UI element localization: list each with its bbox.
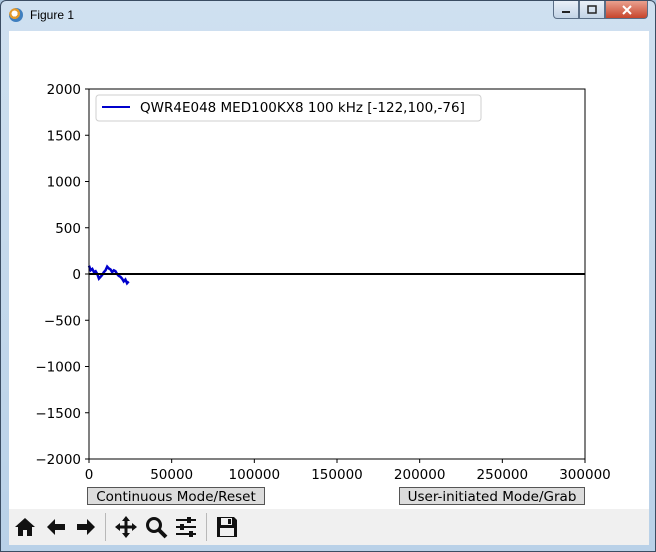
figure-canvas: 2000 1500 1000 500 0 −500 −1000 −1500 −2000 0 500…: [9, 31, 649, 545]
y-tick-label: 2000: [47, 82, 81, 98]
y-tick-label: −1000: [35, 360, 81, 376]
subplots-icon: [176, 517, 196, 537]
x-tick-label: 50000: [150, 467, 193, 483]
y-tick-label: 1000: [47, 175, 81, 191]
y-tick-label: −1500: [35, 406, 81, 422]
window-title: Figure 1: [30, 8, 75, 22]
toolbar-separator: [105, 513, 106, 541]
continuous-mode-button[interactable]: Continuous Mode/Reset: [87, 487, 265, 505]
y-tick-label: 500: [55, 221, 81, 237]
app-icon: [9, 8, 23, 22]
x-tick-label: 0: [85, 467, 94, 483]
title-bar[interactable]: Figure 1: [1, 1, 655, 29]
maximize-button[interactable]: [579, 1, 605, 19]
plot-area: 2000 1500 1000 500 0 −500 −1000 −1500 −2000 0 500…: [35, 82, 611, 483]
figure-window: Figure 1 2000 1500 1000 500 0 −500 −1000 −1500 −…: [0, 0, 656, 552]
x-tick-label: 150000: [311, 467, 363, 483]
y-tick-label: 1500: [47, 128, 81, 144]
home-button[interactable]: [11, 513, 39, 541]
minimize-button[interactable]: [553, 1, 579, 19]
y-tick-label: −500: [44, 313, 81, 329]
window-controls: [553, 1, 648, 21]
zoom-button[interactable]: [142, 513, 170, 541]
x-axis: 0 50000 100000 150000 200000 250000 300000: [85, 459, 611, 483]
save-icon: [217, 517, 237, 537]
user-initiated-mode-button[interactable]: User-initiated Mode/Grab: [399, 487, 585, 505]
pan-button[interactable]: [112, 513, 140, 541]
pan-icon: [115, 516, 137, 538]
minimize-icon: [562, 10, 570, 13]
subplots-button[interactable]: [172, 513, 200, 541]
y-axis: 2000 1500 1000 500 0 −500 −1000 −1500 −2000: [35, 82, 89, 468]
legend: QWR4E048 MED100KX8 100 kHz [-122,100,-76…: [95, 94, 482, 122]
x-tick-label: 200000: [394, 467, 446, 483]
legend-label: QWR4E048 MED100KX8 100 kHz [-122,100,-76…: [140, 100, 465, 116]
forward-arrow-icon: [77, 519, 95, 535]
y-tick-label: −2000: [35, 452, 81, 468]
save-button[interactable]: [213, 513, 241, 541]
x-tick-label: 300000: [559, 467, 611, 483]
maximize-icon: [587, 4, 597, 14]
toolbar-separator: [206, 513, 207, 541]
back-arrow-icon: [47, 519, 65, 535]
back-button[interactable]: [42, 513, 70, 541]
forward-button[interactable]: [72, 513, 100, 541]
x-tick-label: 100000: [229, 467, 281, 483]
y-tick-label: 0: [72, 267, 81, 283]
series-lines: [87, 264, 585, 286]
home-icon: [15, 518, 35, 536]
zoom-icon: [146, 517, 168, 539]
x-tick-label: 250000: [477, 467, 529, 483]
navigation-toolbar: [9, 509, 649, 545]
close-icon: [621, 4, 632, 15]
close-button[interactable]: [605, 1, 648, 19]
